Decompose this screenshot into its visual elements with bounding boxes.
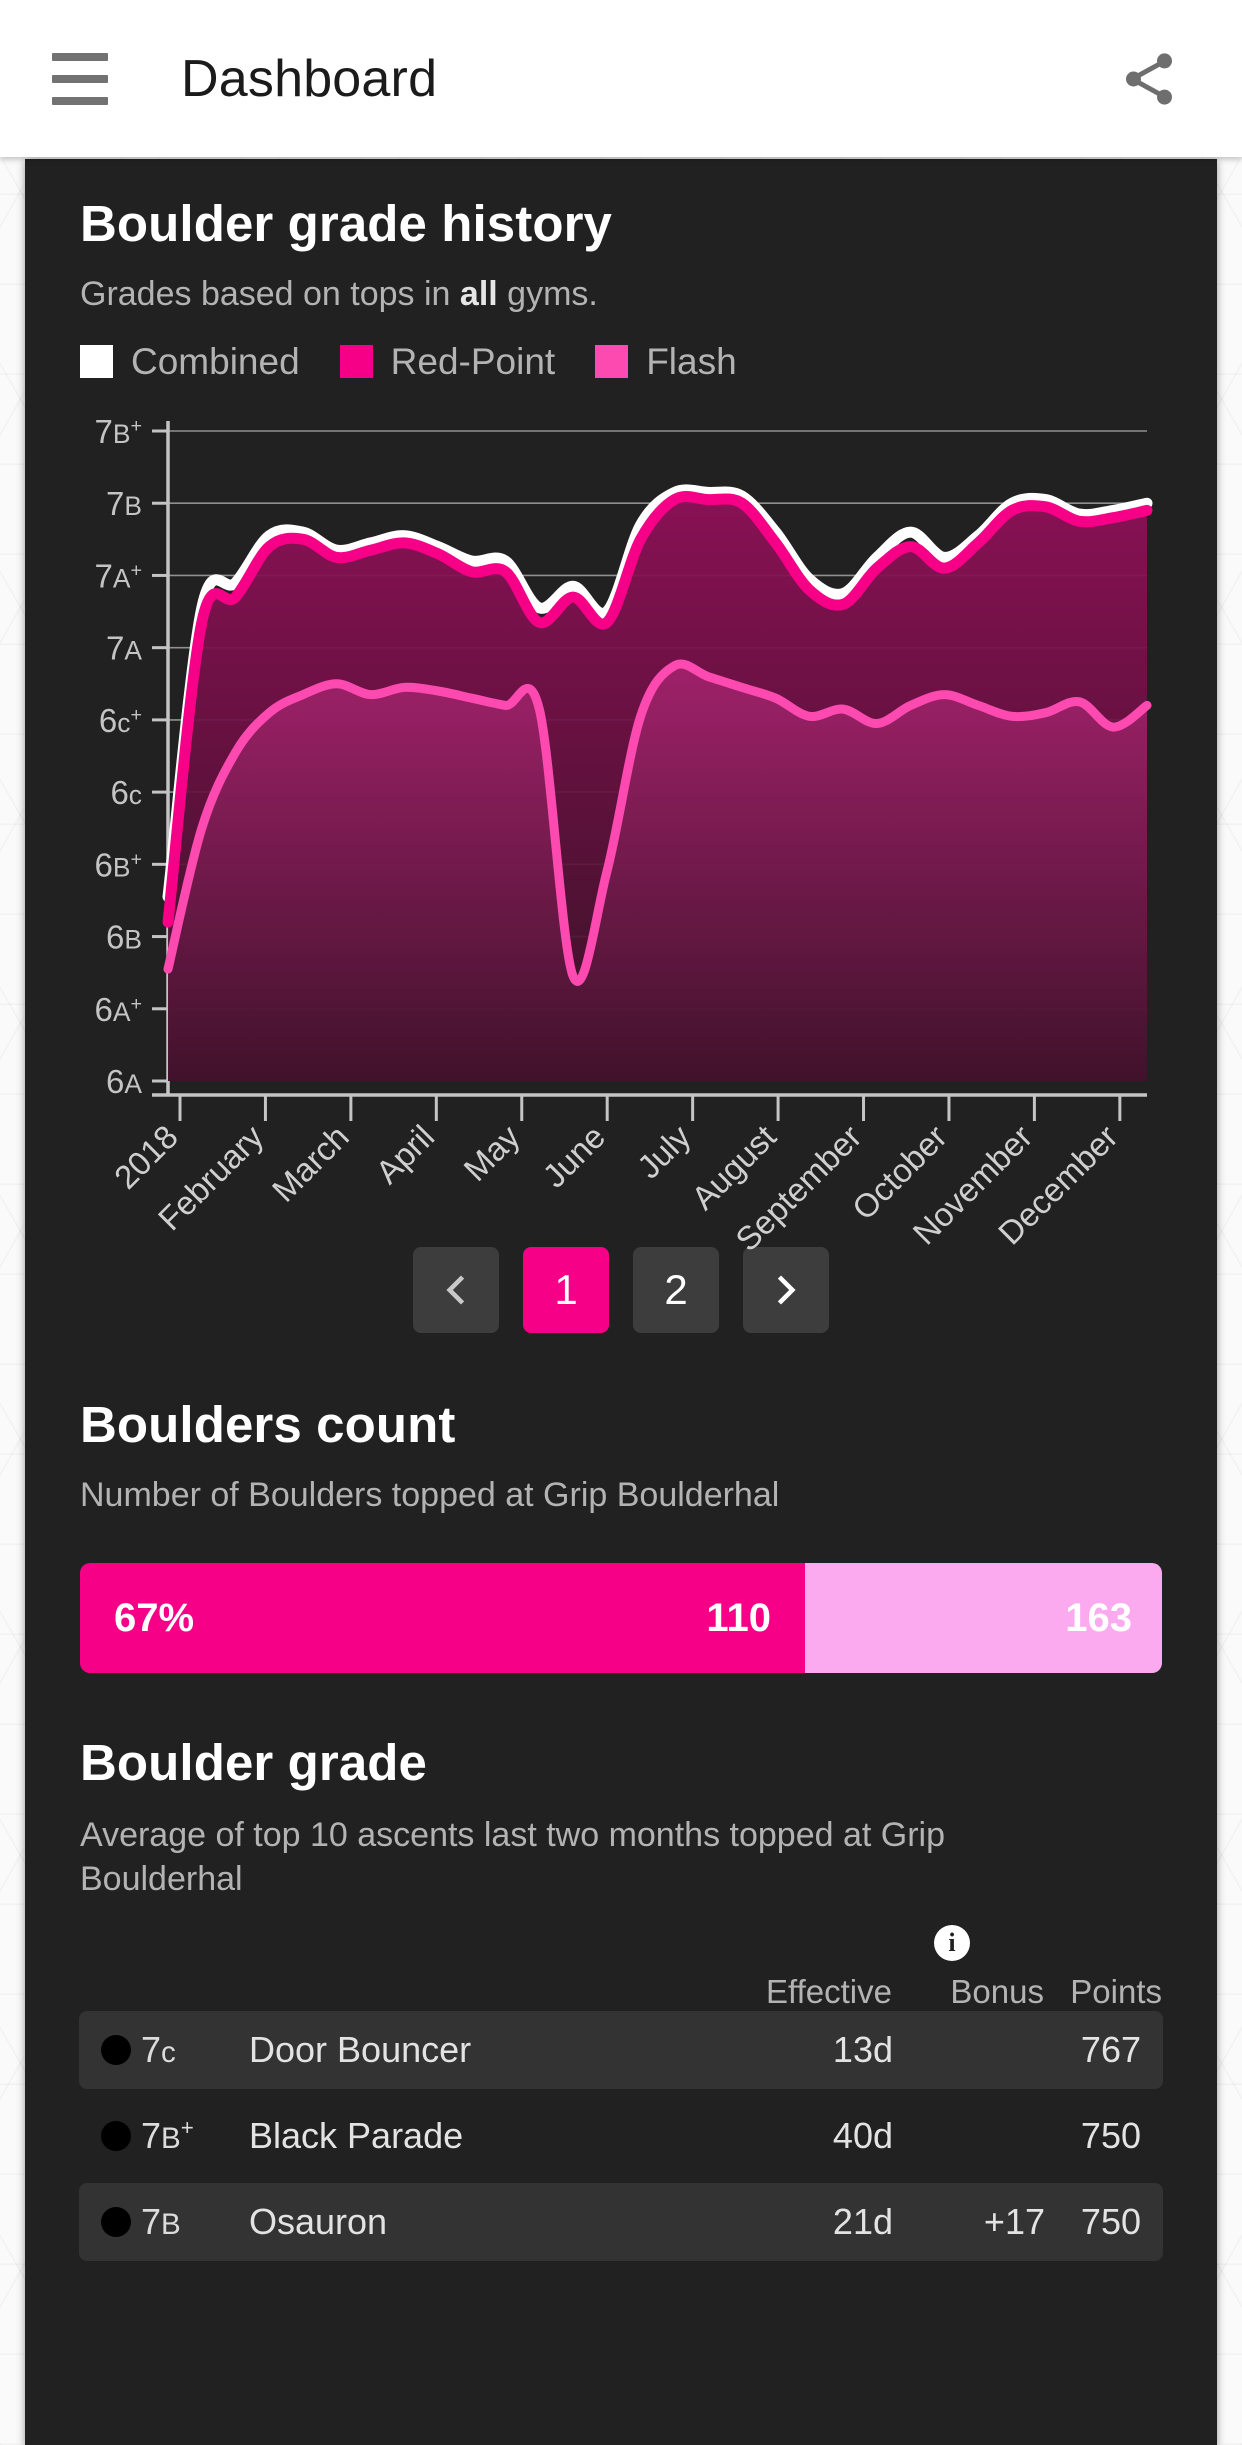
row-points: 767 xyxy=(1080,2029,1141,2071)
row-points: 750 xyxy=(1080,2115,1141,2157)
grade-dot-icon xyxy=(101,2121,131,2152)
svg-text:6B: 6B xyxy=(106,918,142,955)
svg-text:May: May xyxy=(456,1117,527,1188)
row-grade: 7c xyxy=(141,2029,176,2071)
table-row[interactable]: 7B Osauron 21d +17 750 xyxy=(79,2183,1163,2262)
row-boulder-name: Osauron xyxy=(249,2201,388,2243)
row-effective: 40d xyxy=(832,2115,893,2157)
info-icon[interactable]: i xyxy=(934,1925,970,1962)
grade-history-subtitle: Grades based on tops in all gyms. xyxy=(80,273,1162,317)
svg-text:7B+: 7B+ xyxy=(94,413,142,450)
boulder-grade-section: Boulder grade Average of top 10 ascents … xyxy=(25,1673,1217,2262)
svg-text:April: April xyxy=(368,1117,441,1190)
row-points: 750 xyxy=(1080,2201,1141,2243)
row-boulder-name: Door Bouncer xyxy=(249,2029,472,2071)
svg-text:6c+: 6c+ xyxy=(99,701,142,738)
legend-label-redpoint: Red-Point xyxy=(390,340,556,382)
svg-text:6A+: 6A+ xyxy=(94,990,142,1027)
app-bar: Dashboard xyxy=(0,0,1242,157)
menu-bar-2 xyxy=(52,74,108,83)
legend-swatch-redpoint xyxy=(339,345,373,379)
column-header-points: Points xyxy=(1070,1973,1162,2011)
subtitle-post: gyms. xyxy=(497,275,598,313)
boulders-count-section: Boulders count Number of Boulders topped… xyxy=(25,1333,1217,1674)
legend-swatch-flash xyxy=(595,345,629,379)
legend-item-redpoint[interactable]: Red-Point xyxy=(339,340,556,383)
grade-dot-icon xyxy=(101,2035,131,2066)
svg-text:6A: 6A xyxy=(106,1063,142,1100)
svg-text:July: July xyxy=(630,1117,698,1185)
row-grade: 7B+ xyxy=(141,2115,194,2157)
row-bonus: +17 xyxy=(983,2201,1045,2243)
grade-history-header: Boulder grade history Grades based on to… xyxy=(25,159,1217,317)
menu-bar-1 xyxy=(52,52,108,61)
boulders-count-title: Boulders count xyxy=(80,1395,456,1453)
menu-bar-3 xyxy=(52,96,108,105)
column-header-effective: Effective xyxy=(766,1973,892,2011)
table-row[interactable]: 7B+ Black Parade 40d 750 xyxy=(79,2097,1163,2175)
boulders-count-progress-bar[interactable]: 67% 110 163 xyxy=(80,1563,1162,1674)
boulder-grade-table-body: 7c Door Bouncer 13d 767 7B+ Black Parade 40d 75… xyxy=(79,2011,1163,2262)
svg-text:March: March xyxy=(265,1117,356,1208)
svg-text:June: June xyxy=(535,1117,612,1194)
table-row[interactable]: 7c Door Bouncer 13d 767 xyxy=(79,2011,1163,2090)
svg-text:6c: 6c xyxy=(110,774,142,811)
svg-text:7B: 7B xyxy=(106,485,142,522)
boulder-grade-subtitle: Average of top 10 ascents last two month… xyxy=(80,1816,945,1898)
row-boulder-name: Black Parade xyxy=(249,2115,464,2157)
svg-text:6B+: 6B+ xyxy=(94,846,142,883)
subtitle-emphasis: all xyxy=(459,275,498,313)
svg-text:7A+: 7A+ xyxy=(94,557,142,594)
chart-legend: Combined Red-Point Flash xyxy=(25,317,1217,383)
progress-remaining-segment: 163 xyxy=(804,1563,1162,1674)
svg-text:2018: 2018 xyxy=(107,1117,185,1195)
legend-item-combined[interactable]: Combined xyxy=(80,341,300,383)
chart-svg: 6A6A+6B6B+6c6c+7A7A+7B7B+2018FebruaryMar… xyxy=(94,413,1153,1258)
grade-history-chart[interactable]: 6A 6A+ 6B 6B+ 6c 6c+ 7A 7A+ 7B 7B+ 2018 February Mar… xyxy=(25,391,1217,1271)
progress-total-value: 163 xyxy=(1065,1595,1132,1640)
page-title: Dashboard xyxy=(181,49,438,108)
grade-dot-icon xyxy=(101,2207,131,2238)
progress-filled-segment: 67% 110 xyxy=(80,1563,805,1674)
legend-item-flash[interactable]: Flash xyxy=(595,340,737,383)
legend-swatch-combined xyxy=(80,345,113,379)
row-grade: 7B xyxy=(141,2201,181,2243)
boulder-grade-table-header: i Effective Bonus Points xyxy=(80,1925,1162,2011)
legend-label-flash: Flash xyxy=(646,340,737,382)
dashboard-card: Boulder grade history Grades based on to… xyxy=(25,159,1217,2445)
progress-filled-value: 110 xyxy=(706,1595,771,1640)
hamburger-menu-icon[interactable] xyxy=(52,48,114,110)
boulders-count-subtitle: Number of Boulders topped at Grip Boulde… xyxy=(80,1475,780,1514)
boulder-grade-title: Boulder grade xyxy=(80,1734,428,1792)
column-header-bonus: Bonus xyxy=(950,1973,1044,2011)
row-effective: 21d xyxy=(832,2201,893,2243)
legend-label-combined: Combined xyxy=(131,340,300,382)
subtitle-pre: Grades based on tops in xyxy=(80,275,460,313)
svg-text:7A: 7A xyxy=(106,629,142,666)
share-icon[interactable] xyxy=(1118,48,1180,110)
row-effective: 13d xyxy=(832,2029,893,2071)
progress-percent-label: 67% xyxy=(114,1595,195,1640)
grade-history-title: Boulder grade history xyxy=(80,195,613,252)
